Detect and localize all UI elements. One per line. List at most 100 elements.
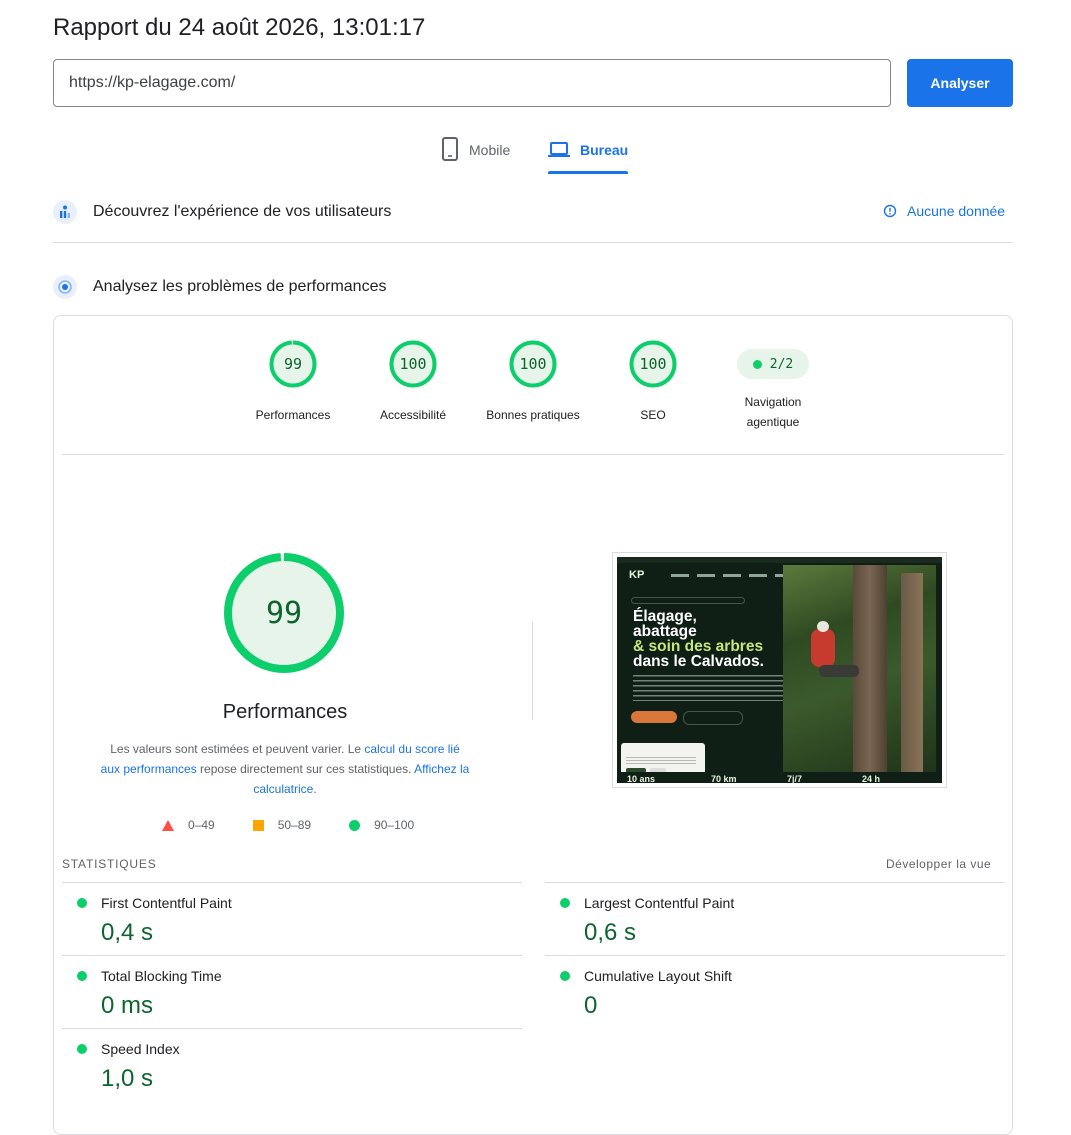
desc-text: . [313, 782, 317, 796]
square-icon [252, 819, 264, 831]
tab-desktop-label: Bureau [580, 142, 629, 158]
agentic-value: 2/2 [769, 356, 794, 372]
screenshot-logo: KP [629, 569, 645, 581]
headline-line: & soin des arbres [633, 638, 764, 655]
laptop-icon [548, 142, 570, 157]
report-title: Rapport du 24 août 2026, 13:01:17 [53, 14, 426, 41]
metric-fcp: First Contentful Paint 0,4 s [62, 882, 522, 955]
score-gauge: 100 [389, 340, 437, 388]
no-data-link[interactable]: Aucune donnée [883, 203, 1005, 219]
performance-description: Les valeurs sont estimées et peuvent var… [100, 739, 470, 799]
metric-value: 0 [584, 992, 598, 1019]
cookie-text [626, 757, 696, 765]
metric-cls: Cumulative Layout Shift 0 [545, 955, 1005, 1028]
screenshot-stat: 10 ans [627, 774, 656, 783]
expand-view-toggle[interactable]: Développer la vue [886, 857, 991, 871]
headline-line: dans le Calvados. [633, 653, 764, 670]
url-input[interactable] [53, 59, 891, 107]
metric-value: 0,6 s [584, 919, 637, 946]
agentic-label-line1: Navigation [744, 395, 802, 409]
statistics-header: Statistiques [62, 857, 157, 871]
screenshot-stat: 70 km [711, 774, 737, 783]
tab-mobile-label: Mobile [469, 142, 511, 158]
metric-value: 0 ms [101, 992, 154, 1019]
headline-line: abattage [633, 623, 697, 640]
agentic-badge: 2/2 [737, 349, 809, 379]
pass-dot-icon [77, 898, 87, 908]
headline-line: Élagage, [633, 608, 697, 625]
info-icon [883, 204, 897, 218]
metric-lcp: Largest Contentful Paint 0,6 s [545, 882, 1005, 955]
tab-desktop[interactable]: Bureau [548, 136, 629, 174]
screenshot-headline: Élagage, abattage & soin des arbres dans… [633, 608, 764, 670]
climber-helmet [817, 621, 829, 632]
score-label: SEO [640, 408, 666, 422]
triangle-icon [162, 819, 174, 831]
field-data-icon [53, 200, 77, 224]
legend-pass: 90–100 [349, 818, 414, 832]
legend-average: 50–89 [252, 818, 312, 832]
climber-legs [819, 665, 859, 677]
score-value: 100 [399, 355, 426, 373]
screenshot-stat: 24 h [862, 774, 881, 783]
circle-icon [349, 819, 361, 831]
score-value: 100 [639, 355, 666, 373]
analyze-button[interactable]: Analyser [907, 59, 1013, 107]
score-value: 100 [519, 355, 546, 373]
metric-name: Total Blocking Time [101, 968, 222, 984]
metric-value: 0,4 s [101, 919, 154, 946]
gauge-best-practices[interactable]: 100 Bonnes pratiques [463, 340, 603, 425]
tab-active-indicator [548, 171, 629, 174]
metric-value: 1,0 s [101, 1065, 154, 1092]
section-divider [53, 242, 1013, 243]
legend-range: 50–89 [277, 818, 312, 832]
score-gauge: 99 [269, 340, 317, 388]
performance-gauge: 99 [224, 553, 344, 673]
agentic-label: Navigation agentique [703, 392, 843, 432]
gauges-divider [62, 454, 1004, 455]
climber-jacket [811, 629, 835, 667]
gauge-performance[interactable]: 99 Performances [223, 340, 363, 425]
screenshot-canvas: KP Élagage, abattage & soin des arbres d… [617, 557, 942, 783]
pass-dot-icon [77, 1044, 87, 1054]
screenshot-topbar [617, 557, 942, 563]
screenshot-quote-button [683, 711, 743, 725]
legend-fail: 0–49 [162, 818, 215, 832]
metric-name: Largest Contentful Paint [584, 895, 735, 911]
desc-text: Les valeurs sont estimées et peuvent var… [110, 742, 365, 756]
score-legend: 0–49 50–89 90–100 [162, 818, 414, 832]
pass-dot-icon [752, 359, 762, 369]
field-data-title: Découvrez l'expérience de vos utilisateu… [93, 203, 392, 220]
lab-data-title: Analysez les problèmes de performances [93, 278, 387, 295]
screenshot-pill [631, 597, 745, 604]
score-gauge: 100 [509, 340, 557, 388]
screenshot-paragraph [633, 675, 783, 701]
vertical-divider [532, 622, 533, 720]
pass-dot-icon [560, 898, 570, 908]
score-value: 99 [284, 355, 302, 373]
screenshot-photo [783, 565, 936, 775]
screenshot-stats-bar: 10 ans 70 km 7j/7 24 h [617, 772, 942, 783]
metric-name: Cumulative Layout Shift [584, 968, 732, 984]
score-label: Accessibilité [379, 408, 447, 422]
score-label: Bonnes pratiques [486, 408, 580, 422]
screenshot-stat: 7j/7 [787, 774, 803, 783]
desc-text: repose directement sur ces statistiques. [196, 762, 415, 776]
legend-range: 90–100 [374, 818, 415, 832]
metric-tbt: Total Blocking Time 0 ms [62, 955, 522, 1028]
page-screenshot[interactable]: KP Élagage, abattage & soin des arbres d… [612, 552, 947, 788]
pass-dot-icon [560, 971, 570, 981]
legend-range: 0–49 [188, 818, 215, 832]
pass-dot-icon [77, 971, 87, 981]
tab-mobile[interactable]: Mobile [441, 136, 510, 174]
gauge-agentic-navigation[interactable]: 2/2 Navigation agentique [703, 340, 843, 432]
score-gauge: 100 [629, 340, 677, 388]
lab-data-icon [53, 275, 77, 299]
no-data-label: Aucune donnée [907, 203, 1006, 219]
metric-name: First Contentful Paint [101, 895, 232, 911]
gauge-accessibility[interactable]: 100 Accessibilité [343, 340, 483, 425]
score-label: Performances [255, 408, 331, 422]
agentic-label-line2: agentique [746, 415, 800, 429]
gauge-seo[interactable]: 100 SEO [583, 340, 723, 425]
smartphone-icon [442, 137, 458, 161]
